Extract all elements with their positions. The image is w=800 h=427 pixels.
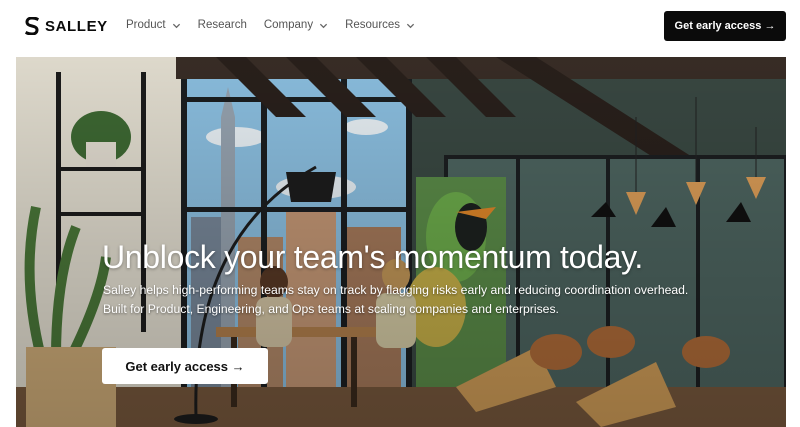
nav-item-company[interactable]: Company xyxy=(264,19,328,31)
nav-item-label: Product xyxy=(126,19,166,31)
hero-title: Unblock your team's momentum today. xyxy=(102,239,644,275)
top-navigation: SALLEY Product Research Company Resource… xyxy=(0,0,800,56)
nav-links: Product Research Company Resources xyxy=(126,19,432,31)
hero-subtitle-line: Built for Product, Engineering, and Ops … xyxy=(103,302,559,316)
nav-item-product[interactable]: Product xyxy=(126,19,181,31)
s-logo-icon xyxy=(25,17,39,35)
nav-item-research[interactable]: Research xyxy=(198,19,247,31)
brand-name: SALLEY xyxy=(45,17,108,35)
hero-subtitle-line: Salley helps high-performing teams stay … xyxy=(103,283,689,297)
brand-logo[interactable]: SALLEY xyxy=(25,17,108,35)
chevron-down-icon xyxy=(406,23,415,28)
hero-subtitle: Salley helps high-performing teams stay … xyxy=(103,281,723,319)
nav-item-label: Research xyxy=(197,19,247,31)
chevron-down-icon xyxy=(172,23,180,28)
hero-get-early-access-button[interactable]: Get early access → xyxy=(102,348,268,384)
get-early-access-button[interactable]: Get early access → xyxy=(664,11,786,41)
hero-section: Unblock your team's momentum today. Sall… xyxy=(16,57,786,427)
nav-item-resources[interactable]: Resources xyxy=(345,19,415,31)
chevron-down-icon xyxy=(319,23,328,28)
nav-item-label: Company xyxy=(263,19,314,31)
nav-item-label: Resources xyxy=(345,19,401,31)
